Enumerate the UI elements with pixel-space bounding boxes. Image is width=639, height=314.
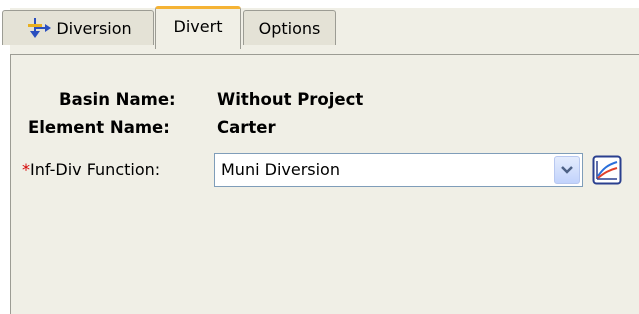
tab-diversion-label: Diversion xyxy=(56,18,132,38)
graph-icon xyxy=(592,155,622,185)
tab-options[interactable]: Options xyxy=(243,10,336,45)
dropdown-button[interactable] xyxy=(554,156,580,184)
required-marker: * xyxy=(22,160,30,179)
tab-options-label: Options xyxy=(258,18,321,38)
element-name-value: Carter xyxy=(217,118,276,137)
basin-name-label: Basin Name: xyxy=(59,90,176,109)
tab-divert[interactable]: Divert xyxy=(155,6,241,49)
element-name-label: Element Name: xyxy=(28,118,170,137)
function-graph-button[interactable] xyxy=(592,155,622,185)
inf-div-function-label: *Inf-Div Function: xyxy=(22,160,160,179)
diversion-icon xyxy=(28,18,52,38)
panel-edge xyxy=(10,54,11,314)
tab-diversion[interactable]: Diversion xyxy=(2,10,154,45)
inf-div-function-select[interactable]: Muni Diversion xyxy=(214,153,583,187)
tab-divert-label: Divert xyxy=(173,16,223,36)
basin-name-value: Without Project xyxy=(217,90,364,109)
inf-div-function-value: Muni Diversion xyxy=(221,160,340,179)
inf-div-function-label-text: Inf-Div Function: xyxy=(30,160,161,179)
chevron-down-icon xyxy=(561,166,573,174)
